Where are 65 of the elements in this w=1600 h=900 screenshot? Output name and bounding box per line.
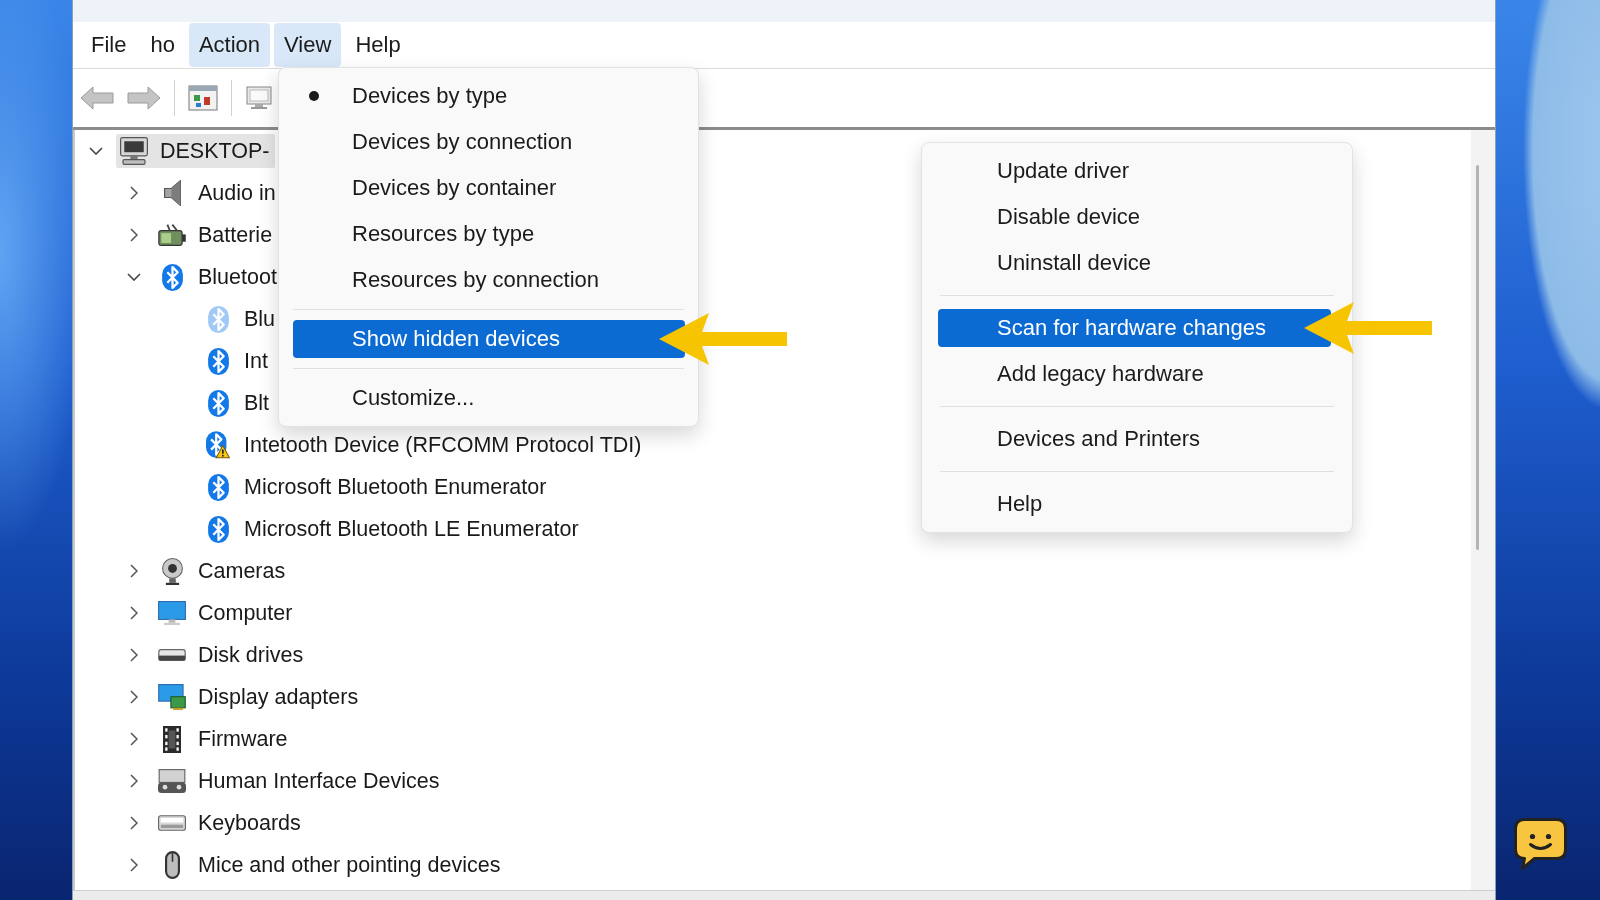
desktop-computer-icon bbox=[120, 137, 148, 165]
tree-item[interactable]: Microsoft Bluetooth Enumerator bbox=[200, 470, 552, 504]
menu-bar-item[interactable]: ho bbox=[140, 23, 185, 67]
tree-item[interactable]: Microsoft Bluetooth LE Enumerator bbox=[200, 512, 584, 546]
speaker-icon bbox=[163, 180, 181, 206]
menu-item[interactable]: Add legacy hardware bbox=[938, 355, 1331, 393]
menu-item[interactable]: Uninstall device bbox=[938, 244, 1331, 282]
chevron-right-icon[interactable] bbox=[130, 228, 138, 242]
scrollbar-thumb[interactable] bbox=[1476, 165, 1479, 550]
tree-item[interactable]: Blt bbox=[200, 386, 275, 420]
tree-item[interactable]: Display adapters bbox=[154, 680, 364, 714]
tree-item[interactable]: Batterie bbox=[154, 218, 278, 252]
keyboard-icon bbox=[158, 815, 186, 831]
chevron-right-icon[interactable] bbox=[130, 732, 138, 746]
tree-item[interactable]: Cameras bbox=[154, 554, 291, 588]
tree-item[interactable]: Mice and other pointing devices bbox=[154, 848, 506, 882]
film-strip-icon bbox=[163, 725, 181, 753]
webcam-icon bbox=[161, 557, 183, 585]
tree-item[interactable]: Disk drives bbox=[154, 638, 309, 672]
chevron-right-icon[interactable] bbox=[130, 774, 138, 788]
chevron-right-icon[interactable] bbox=[130, 186, 138, 200]
menu-item[interactable]: Update driver bbox=[938, 152, 1331, 190]
menu-item[interactable]: Show hidden devices bbox=[293, 320, 685, 358]
tree-item[interactable]: Int bbox=[200, 344, 273, 378]
menu-bar-item[interactable]: File bbox=[81, 23, 137, 67]
chevron-right-icon[interactable] bbox=[130, 816, 138, 830]
chevron-right-icon[interactable] bbox=[130, 858, 138, 872]
tree-item[interactable]: Audio in bbox=[154, 176, 281, 210]
chevron-right-icon[interactable] bbox=[130, 690, 138, 704]
menu-item[interactable]: Resources by connection bbox=[293, 261, 685, 299]
menu-item[interactable]: Resources by type bbox=[293, 215, 685, 253]
tree-item[interactable]: Intetooth Device (RFCOMM Protocol TDI) bbox=[200, 428, 647, 462]
chevron-down-icon[interactable] bbox=[89, 147, 103, 155]
menu-bar-item[interactable]: Help bbox=[345, 23, 411, 67]
menu-item[interactable]: Customize... bbox=[293, 379, 685, 417]
menu-bar-item[interactable]: Action bbox=[188, 23, 271, 67]
disk-drive-icon bbox=[158, 649, 186, 661]
mouse-icon bbox=[164, 851, 180, 879]
menu-item[interactable]: Devices by container bbox=[293, 169, 685, 207]
menu-item[interactable]: Devices and Printers bbox=[938, 420, 1331, 458]
bluetooth-icon bbox=[161, 263, 183, 291]
bullet-icon bbox=[309, 91, 319, 101]
chevron-right-icon[interactable] bbox=[130, 606, 138, 620]
input-device-icon bbox=[158, 769, 186, 793]
window-icon[interactable] bbox=[188, 85, 218, 111]
menu-item[interactable]: Disable device bbox=[938, 198, 1331, 236]
tree-item[interactable]: Blu bbox=[200, 302, 281, 336]
monitor-icon[interactable] bbox=[245, 85, 273, 111]
menu-item[interactable]: Help bbox=[938, 485, 1331, 523]
tree-item[interactable]: Firmware bbox=[154, 722, 293, 756]
menu-item[interactable]: Scan for hardware changes bbox=[938, 309, 1331, 347]
display-adapter-icon bbox=[158, 684, 186, 710]
tree-item[interactable]: Keyboards bbox=[154, 806, 306, 840]
monitor-icon bbox=[158, 601, 186, 625]
tree-item[interactable]: Computer bbox=[154, 596, 298, 630]
tree-item[interactable]: DESKTOP- bbox=[116, 134, 275, 168]
chevron-right-icon[interactable] bbox=[130, 564, 138, 578]
menu-item[interactable]: Devices by type bbox=[293, 77, 685, 115]
menu-bar-item[interactable]: View bbox=[274, 23, 342, 67]
tree-item[interactable]: Human Interface Devices bbox=[154, 764, 445, 798]
chevron-down-icon[interactable] bbox=[127, 273, 141, 281]
tree-item[interactable]: Bluetoot bbox=[154, 260, 282, 294]
battery-icon bbox=[158, 224, 186, 246]
chevron-right-icon[interactable] bbox=[130, 648, 138, 662]
menu-item[interactable]: Devices by connection bbox=[293, 123, 685, 161]
